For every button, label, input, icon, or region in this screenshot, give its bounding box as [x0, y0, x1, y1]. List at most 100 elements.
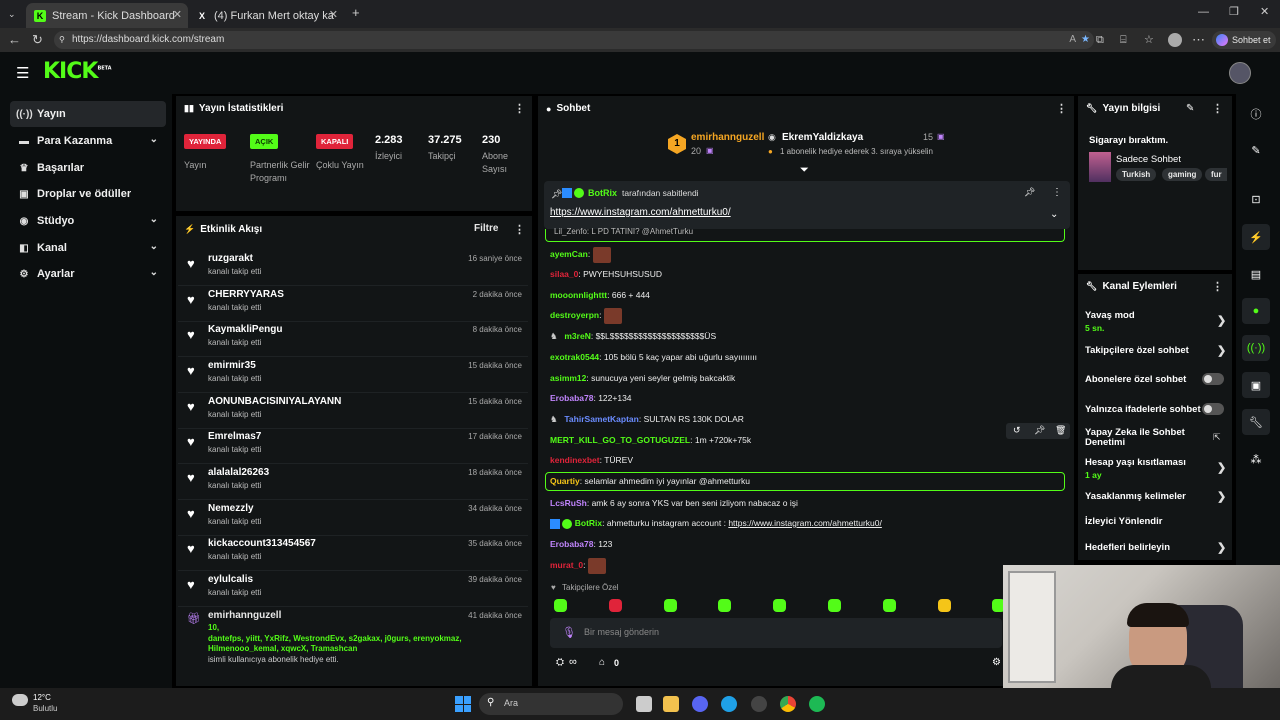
chat-message[interactable]: ♞ TahirSametKaptan: SULTAN RS 130K DOLAR: [550, 411, 744, 427]
chat-message[interactable]: mooonnlighttt: 666 + 444: [550, 287, 650, 303]
chrome-icon[interactable]: [780, 696, 796, 712]
back-icon[interactable]: ←: [8, 33, 21, 47]
user-avatar[interactable]: [1229, 62, 1251, 84]
sidebar-item-para-kazanma[interactable]: ▬ Para Kazanma ⌄: [10, 128, 166, 154]
unpin-icon[interactable]: 📌︎: [1024, 187, 1035, 198]
sub-chat-toggle[interactable]: [1202, 373, 1224, 385]
windows-start-icon[interactable]: [455, 696, 471, 712]
tab-x-post[interactable]: X (4) Furkan Mert oktay kazancı bal... ✕: [188, 3, 344, 28]
more-options-icon[interactable]: ⋮: [1056, 102, 1067, 115]
chat-message[interactable]: asimm12: sunucuya yeni seyler gelmiş bak…: [550, 370, 735, 386]
close-icon[interactable]: ✕: [329, 8, 338, 21]
chat-message[interactable]: destroyerpn:: [550, 307, 622, 324]
settings-icon[interactable]: ⚙: [992, 657, 1001, 668]
chat-input[interactable]: 🎙︎ Bir mesaj gönderin: [550, 618, 1002, 648]
activity-item[interactable]: ♥ ruzgarakt kanalı takip etti 16 saniye önc…: [178, 250, 528, 286]
copilot-chat-button[interactable]: Sohbet et: [1212, 31, 1276, 49]
tag[interactable]: fur: [1205, 168, 1227, 181]
tab-list-icon[interactable]: ⌄: [8, 7, 16, 21]
address-bar[interactable]: ⚲ https://dashboard.kick.com/stream A ★: [54, 31, 1094, 49]
tag[interactable]: Turkish: [1116, 168, 1157, 181]
pin-message-icon[interactable]: 📌︎: [1034, 425, 1045, 436]
taskbar-search[interactable]: ⚲ Ara: [479, 693, 623, 715]
action-ai-moderation[interactable]: Yapay Zeka ile Sohbet Denetimi: [1085, 428, 1205, 448]
notes-icon[interactable]: ▤: [1242, 261, 1270, 287]
users-icon[interactable]: ⛭: [556, 657, 564, 668]
activity-item[interactable]: ♥ emirmir35 kanalı takip etti 15 dakika önc…: [178, 357, 528, 393]
more-options-icon[interactable]: ⋮: [1052, 187, 1062, 198]
emote-button[interactable]: [718, 599, 732, 612]
minimize-icon[interactable]: —: [1198, 5, 1209, 19]
pinned-link[interactable]: https://www.instagram.com/ahmetturku0/: [550, 207, 731, 218]
chat-message[interactable]: Erobaba78: 123: [550, 536, 612, 552]
edge-icon[interactable]: [721, 696, 737, 712]
external-link-icon[interactable]: ⇱: [1213, 432, 1221, 443]
store-icon[interactable]: ⌂: [599, 657, 605, 668]
chat-link[interactable]: https://www.instagram.com/ahmetturku0/: [728, 518, 882, 528]
maximize-icon[interactable]: ❐: [1229, 5, 1239, 19]
activity-item[interactable]: ♥ alalalal26263 kanalı takip etti 18 dakika…: [178, 464, 528, 500]
tag[interactable]: gaming: [1162, 168, 1203, 181]
chat-username[interactable]: TahirSametKaptan: [564, 414, 638, 424]
tab-kick-dashboard[interactable]: K Stream - Kick Dashboard ✕: [26, 3, 188, 28]
chat-username[interactable]: m3reN: [564, 331, 590, 341]
users-icon[interactable]: ⁂: [1242, 446, 1270, 472]
chat-username[interactable]: BotRix: [575, 518, 602, 528]
category-name[interactable]: Sadece Sohbet: [1116, 154, 1181, 165]
more-options-icon[interactable]: ⋮: [1212, 102, 1223, 115]
action-banned-words[interactable]: Yasaklanmış kelimeler ❯: [1085, 491, 1227, 503]
chat-message[interactable]: LcsRuSh: amk 6 ay sonra YKS var ben seni…: [550, 495, 798, 511]
chat-username[interactable]: ayemCan: [550, 249, 588, 259]
chat-username[interactable]: exotrak0544: [550, 352, 599, 362]
weather-temp[interactable]: 12°C: [33, 693, 51, 702]
screenshot-icon[interactable]: ⊡: [1242, 186, 1270, 212]
more-options-icon[interactable]: ⋮: [514, 102, 525, 115]
broadcast-icon[interactable]: ((·)): [1242, 335, 1270, 361]
leader-user[interactable]: emirhannguzell: [691, 132, 764, 143]
filter-button[interactable]: Filtre: [474, 223, 498, 234]
activity-item[interactable]: ♥ KaymakliPengu kanalı takip etti 8 dakika …: [178, 321, 528, 357]
emote-button[interactable]: [663, 599, 677, 612]
emote-button[interactable]: [828, 599, 841, 612]
activity-item[interactable]: ♥ eylulcalis kanalı takip etti 39 dakika ön…: [178, 571, 528, 607]
chat-message[interactable]: ♞ m3reN: $$L$$$$$$$$$$$$$$$$$$$$ÜS: [550, 328, 716, 344]
more-icon[interactable]: ⋯: [1192, 33, 1205, 47]
activity-item[interactable]: ♥ AONUNBACISINIYALAYANN kanalı takip etti 1…: [178, 393, 528, 429]
more-options-icon[interactable]: ⋮: [1212, 280, 1223, 293]
new-tab-button[interactable]: +: [352, 6, 360, 20]
read-aloud-icon[interactable]: A: [1069, 31, 1076, 49]
lightning-icon[interactable]: ⚡: [1242, 224, 1270, 250]
kick-logo[interactable]: KICKBETA: [43, 59, 112, 84]
steam-icon[interactable]: [751, 696, 767, 712]
action-slow-mode[interactable]: Yavaş mod 5 sn. ❯: [1085, 310, 1227, 334]
chat-message[interactable]: silaa_0: PWYEHSUHSUSUD: [550, 266, 662, 282]
avatar[interactable]: [1168, 33, 1182, 47]
sidebar-item-droplar[interactable]: ▣ Droplar ve ödüller: [10, 181, 166, 207]
window-close-icon[interactable]: ✕: [1260, 5, 1269, 19]
category-thumbnail[interactable]: [1089, 152, 1111, 182]
reload-icon[interactable]: ↻: [32, 33, 43, 47]
edit-icon[interactable]: ✎: [1186, 103, 1194, 114]
collapse-icon[interactable]: ⏷: [800, 164, 809, 177]
hamburger-menu-icon[interactable]: ☰: [16, 64, 29, 82]
sidebar-item-studyo[interactable]: ◉ Stüdyo ⌄: [10, 208, 166, 234]
pinned-by-user[interactable]: BotRix: [588, 188, 617, 198]
chat-icon[interactable]: ●: [1242, 298, 1270, 324]
chat-username[interactable]: kendinexbet: [550, 455, 600, 465]
mic-icon[interactable]: 🎙︎: [562, 626, 576, 639]
close-icon[interactable]: ✕: [173, 8, 182, 21]
chat-message[interactable]: MERT_KILL_GO_TO_GOTUGUZEL: 1m +720k+75k: [550, 432, 751, 448]
spotify-icon[interactable]: [809, 696, 825, 712]
edit-icon[interactable]: ✎: [1242, 137, 1270, 163]
info-icon[interactable]: ⓘ: [1242, 101, 1270, 127]
timeout-icon[interactable]: ↺: [1013, 425, 1021, 436]
chat-message[interactable]: murat_0:: [550, 557, 606, 574]
chat-username[interactable]: murat_0: [550, 560, 583, 570]
chat-message[interactable]: kendinexbet: TÜREV: [550, 452, 633, 468]
emote-button[interactable]: [608, 599, 622, 612]
activity-item[interactable]: ♥ Nemezzly kanalı takip etti 34 dakika önce: [178, 500, 528, 536]
sidebar-item-ayarlar[interactable]: ⚙ Ayarlar ⌄: [10, 261, 166, 287]
chat-username[interactable]: Erobaba78: [550, 393, 593, 403]
emote-button[interactable]: [773, 599, 787, 612]
emote-chat-toggle[interactable]: [1202, 403, 1224, 415]
